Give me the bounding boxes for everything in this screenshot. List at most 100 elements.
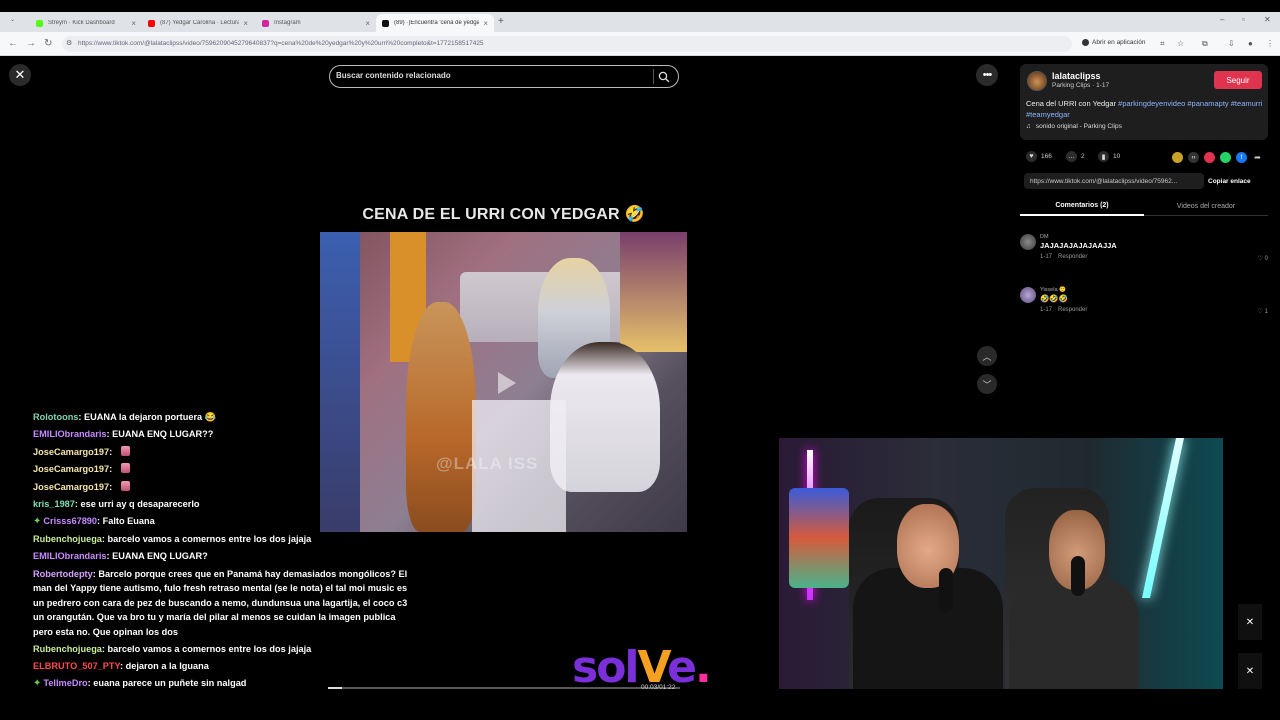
chat-username[interactable]: EMILIObrandaris bbox=[33, 551, 107, 561]
related-search-input[interactable]: Buscar contenido relacionado bbox=[336, 71, 451, 80]
url-text[interactable]: https://www.tiktok.com/@lalataclipss/vid… bbox=[78, 40, 484, 47]
chat-username[interactable]: Rubenchojuega bbox=[33, 534, 102, 544]
video-person-3 bbox=[550, 342, 660, 492]
site-info-icon[interactable]: ⚙ bbox=[66, 39, 72, 47]
previous-video-icon[interactable]: ︿ bbox=[977, 346, 997, 366]
kick-favicon-icon bbox=[36, 19, 43, 27]
play-icon[interactable] bbox=[490, 368, 520, 403]
minimize-icon[interactable]: – bbox=[1220, 15, 1224, 24]
share-friends-icon[interactable] bbox=[1204, 152, 1215, 163]
chat-username[interactable]: Crisss67890 bbox=[43, 516, 97, 526]
reply-button[interactable]: Responder bbox=[1058, 307, 1087, 313]
chat-username[interactable]: TellmeDro bbox=[43, 678, 87, 688]
avatar[interactable] bbox=[1020, 287, 1036, 303]
chat-text: : EUANA la dejaron portuera 😂 bbox=[78, 412, 217, 422]
hashtag-link[interactable]: #parkingdeyenvideo bbox=[1118, 99, 1185, 108]
chat-username[interactable]: JoseCamargo197 bbox=[33, 447, 109, 457]
extensions-icon[interactable]: ⧉ bbox=[1202, 39, 1208, 49]
browser-tab-4[interactable]: (89) ·)Encuentra 'cena de yedga... × bbox=[376, 14, 494, 32]
tab-creator-videos[interactable]: Videos del creador bbox=[1144, 196, 1268, 216]
share-facebook-icon[interactable]: f bbox=[1236, 152, 1247, 163]
maximize-icon[interactable]: ▫ bbox=[1242, 15, 1245, 24]
creator-name[interactable]: lalataclipss bbox=[1052, 71, 1101, 81]
chat-username[interactable]: EMILIObrandaris bbox=[33, 429, 107, 439]
window-close-icon[interactable]: ✕ bbox=[1264, 15, 1271, 24]
video-description: Cena del URRI con Yedgar #parkingdeyenvi… bbox=[1026, 98, 1266, 120]
forward-icon[interactable]: → bbox=[26, 38, 36, 49]
creator-avatar[interactable] bbox=[1027, 71, 1047, 91]
share-more-icon[interactable]: ➦ bbox=[1252, 152, 1263, 163]
new-tab-button[interactable]: + bbox=[498, 16, 504, 27]
microphone-left bbox=[939, 568, 953, 612]
browser-menu-icon[interactable]: ⋮ bbox=[1266, 39, 1274, 48]
chat-text: : bbox=[109, 481, 115, 492]
tab-comments[interactable]: Comentarios (2) bbox=[1020, 196, 1144, 216]
hashtag-link[interactable]: #teamyedgar bbox=[1026, 110, 1070, 119]
top-black-strip bbox=[0, 0, 1280, 12]
neon-light-right bbox=[1141, 438, 1185, 598]
comment-like-button[interactable]: ♡ 0 bbox=[1258, 255, 1268, 262]
browser-tab-3[interactable]: Instagram × bbox=[256, 14, 376, 32]
video-caption: CENA DE EL URRI CON YEDGAR 🤣 bbox=[362, 206, 645, 223]
comment-date: 1-17 bbox=[1040, 254, 1053, 260]
chat-text: : bbox=[109, 464, 115, 475]
save-count: 10 bbox=[1113, 153, 1121, 160]
heart-icon: ♥ bbox=[1026, 151, 1037, 162]
share-embed-icon[interactable]: ‹› bbox=[1188, 152, 1199, 163]
like-button[interactable]: ♥ 166 bbox=[1026, 151, 1052, 162]
share-repost-icon[interactable] bbox=[1172, 152, 1183, 163]
video-link-text[interactable]: https://www.tiktok.com/@lalataclipss/vid… bbox=[1030, 178, 1177, 185]
close-video-icon[interactable]: ✕ bbox=[9, 64, 31, 86]
chat-text: : ese urri ay q desaparecerlo bbox=[74, 499, 200, 510]
search-divider bbox=[653, 69, 654, 84]
close-tab-icon[interactable]: × bbox=[365, 19, 370, 28]
tab-strip: Streym · Kick Dashboard × (87) Yedgar Ca… bbox=[0, 12, 1280, 32]
chat-text: : Falto Euana bbox=[97, 516, 155, 527]
translate-icon[interactable]: ⌗ bbox=[1160, 39, 1165, 49]
chat-username[interactable]: ELBRUTO_507_PTY bbox=[33, 661, 120, 671]
close-overlay-icon[interactable]: ✕ bbox=[1238, 604, 1262, 640]
comment-button[interactable]: … 2 bbox=[1066, 151, 1085, 162]
sound-link[interactable]: ♫ sonido original - Parking Clips bbox=[1026, 123, 1122, 130]
reply-button[interactable]: Responder bbox=[1058, 254, 1087, 260]
close-overlay-icon[interactable]: ✕ bbox=[1238, 653, 1262, 689]
save-button[interactable]: ▮ 10 bbox=[1098, 151, 1120, 162]
downloads-icon[interactable]: ⇩ bbox=[1228, 39, 1235, 48]
chat-username[interactable]: JoseCamargo197 bbox=[33, 464, 109, 474]
next-video-icon[interactable]: ﹀ bbox=[977, 374, 997, 394]
logo-part: V bbox=[637, 642, 670, 693]
comment-like-button[interactable]: ♡ 1 bbox=[1258, 308, 1268, 315]
comment-username[interactable]: DM bbox=[1040, 234, 1049, 240]
comment-like-count: 0 bbox=[1264, 256, 1268, 262]
close-tab-icon[interactable]: × bbox=[483, 19, 488, 28]
chat-username[interactable]: Rolotoons bbox=[33, 412, 78, 422]
copy-link-button[interactable]: Copiar enlace bbox=[1208, 178, 1251, 185]
tab-search-icon[interactable]: ⌄ bbox=[10, 16, 15, 23]
bookmark-star-icon[interactable]: ☆ bbox=[1177, 39, 1184, 48]
search-icon[interactable] bbox=[658, 70, 670, 88]
hashtag-link[interactable]: #teamurri bbox=[1231, 99, 1263, 108]
chat-username[interactable]: Rubenchojuega bbox=[33, 644, 102, 654]
chat-message: Robertodepty: Barcelo porque crees que e… bbox=[33, 566, 413, 641]
hashtag-link[interactable]: #panamapty bbox=[1187, 99, 1228, 108]
share-whatsapp-icon[interactable] bbox=[1220, 152, 1231, 163]
follow-button[interactable]: Seguir bbox=[1214, 71, 1262, 89]
avatar[interactable] bbox=[1020, 234, 1036, 250]
back-icon[interactable]: ← bbox=[8, 38, 18, 49]
chat-username[interactable]: kris_1987 bbox=[33, 499, 75, 509]
more-options-icon[interactable]: ••• bbox=[976, 64, 998, 86]
close-tab-icon[interactable]: × bbox=[243, 19, 248, 28]
comment-date: 1-17 bbox=[1040, 307, 1053, 313]
emote-icon bbox=[120, 480, 130, 491]
browser-tab-1[interactable]: Streym · Kick Dashboard × bbox=[30, 14, 142, 32]
logo-part: sol bbox=[572, 642, 639, 693]
open-in-app-button[interactable]: Abrir en aplicación bbox=[1082, 39, 1145, 46]
chat-username[interactable]: Robertodepty bbox=[33, 569, 93, 579]
comment-username[interactable]: Yissela 🙂 bbox=[1040, 287, 1066, 293]
browser-tab-2[interactable]: (87) Yedgar Carolina · Lectura / ... × bbox=[142, 14, 254, 32]
chat-username[interactable]: JoseCamargo197 bbox=[33, 482, 109, 492]
tab-label: (89) ·)Encuentra 'cena de yedga... bbox=[394, 20, 480, 26]
close-tab-icon[interactable]: × bbox=[131, 19, 136, 28]
profile-icon[interactable]: ● bbox=[1248, 39, 1253, 48]
reload-icon[interactable]: ↻ bbox=[44, 38, 52, 49]
